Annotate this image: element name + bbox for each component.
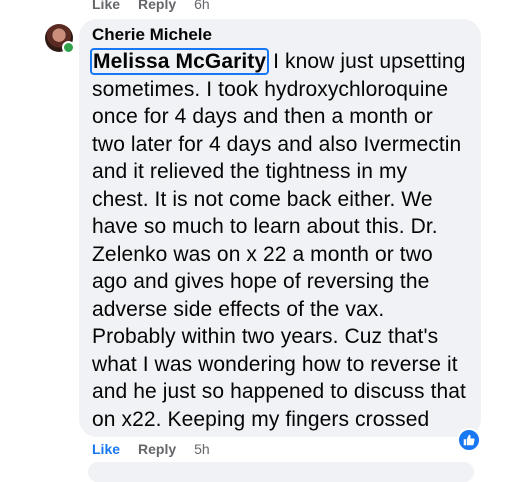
comment-timestamp[interactable]: 6h <box>194 0 210 12</box>
comment-timestamp[interactable]: 5h <box>194 441 210 457</box>
previous-comment-actions: Like Reply 6h <box>92 0 210 12</box>
like-link[interactable]: Like <box>92 441 120 457</box>
mention-link[interactable]: Melissa McGarity <box>89 48 270 75</box>
comment-author[interactable]: Cherie Michele <box>92 24 469 46</box>
next-comment-bubble <box>88 462 474 482</box>
comment-actions: Like Reply 5h <box>92 441 210 457</box>
thumbs-up-icon <box>463 434 475 446</box>
like-link[interactable]: Like <box>92 0 120 12</box>
reaction-badge[interactable] <box>457 428 481 452</box>
reply-link[interactable]: Reply <box>138 0 176 12</box>
reply-link[interactable]: Reply <box>138 441 176 457</box>
comment-text: I know just upsetting sometimes. I took … <box>92 50 466 431</box>
online-status-dot <box>62 41 75 54</box>
comment-body: Melissa McGarity I know just upsetting s… <box>89 48 469 433</box>
comment-bubble: Cherie Michele Melissa McGarity I know j… <box>79 19 481 437</box>
avatar[interactable] <box>45 24 75 54</box>
